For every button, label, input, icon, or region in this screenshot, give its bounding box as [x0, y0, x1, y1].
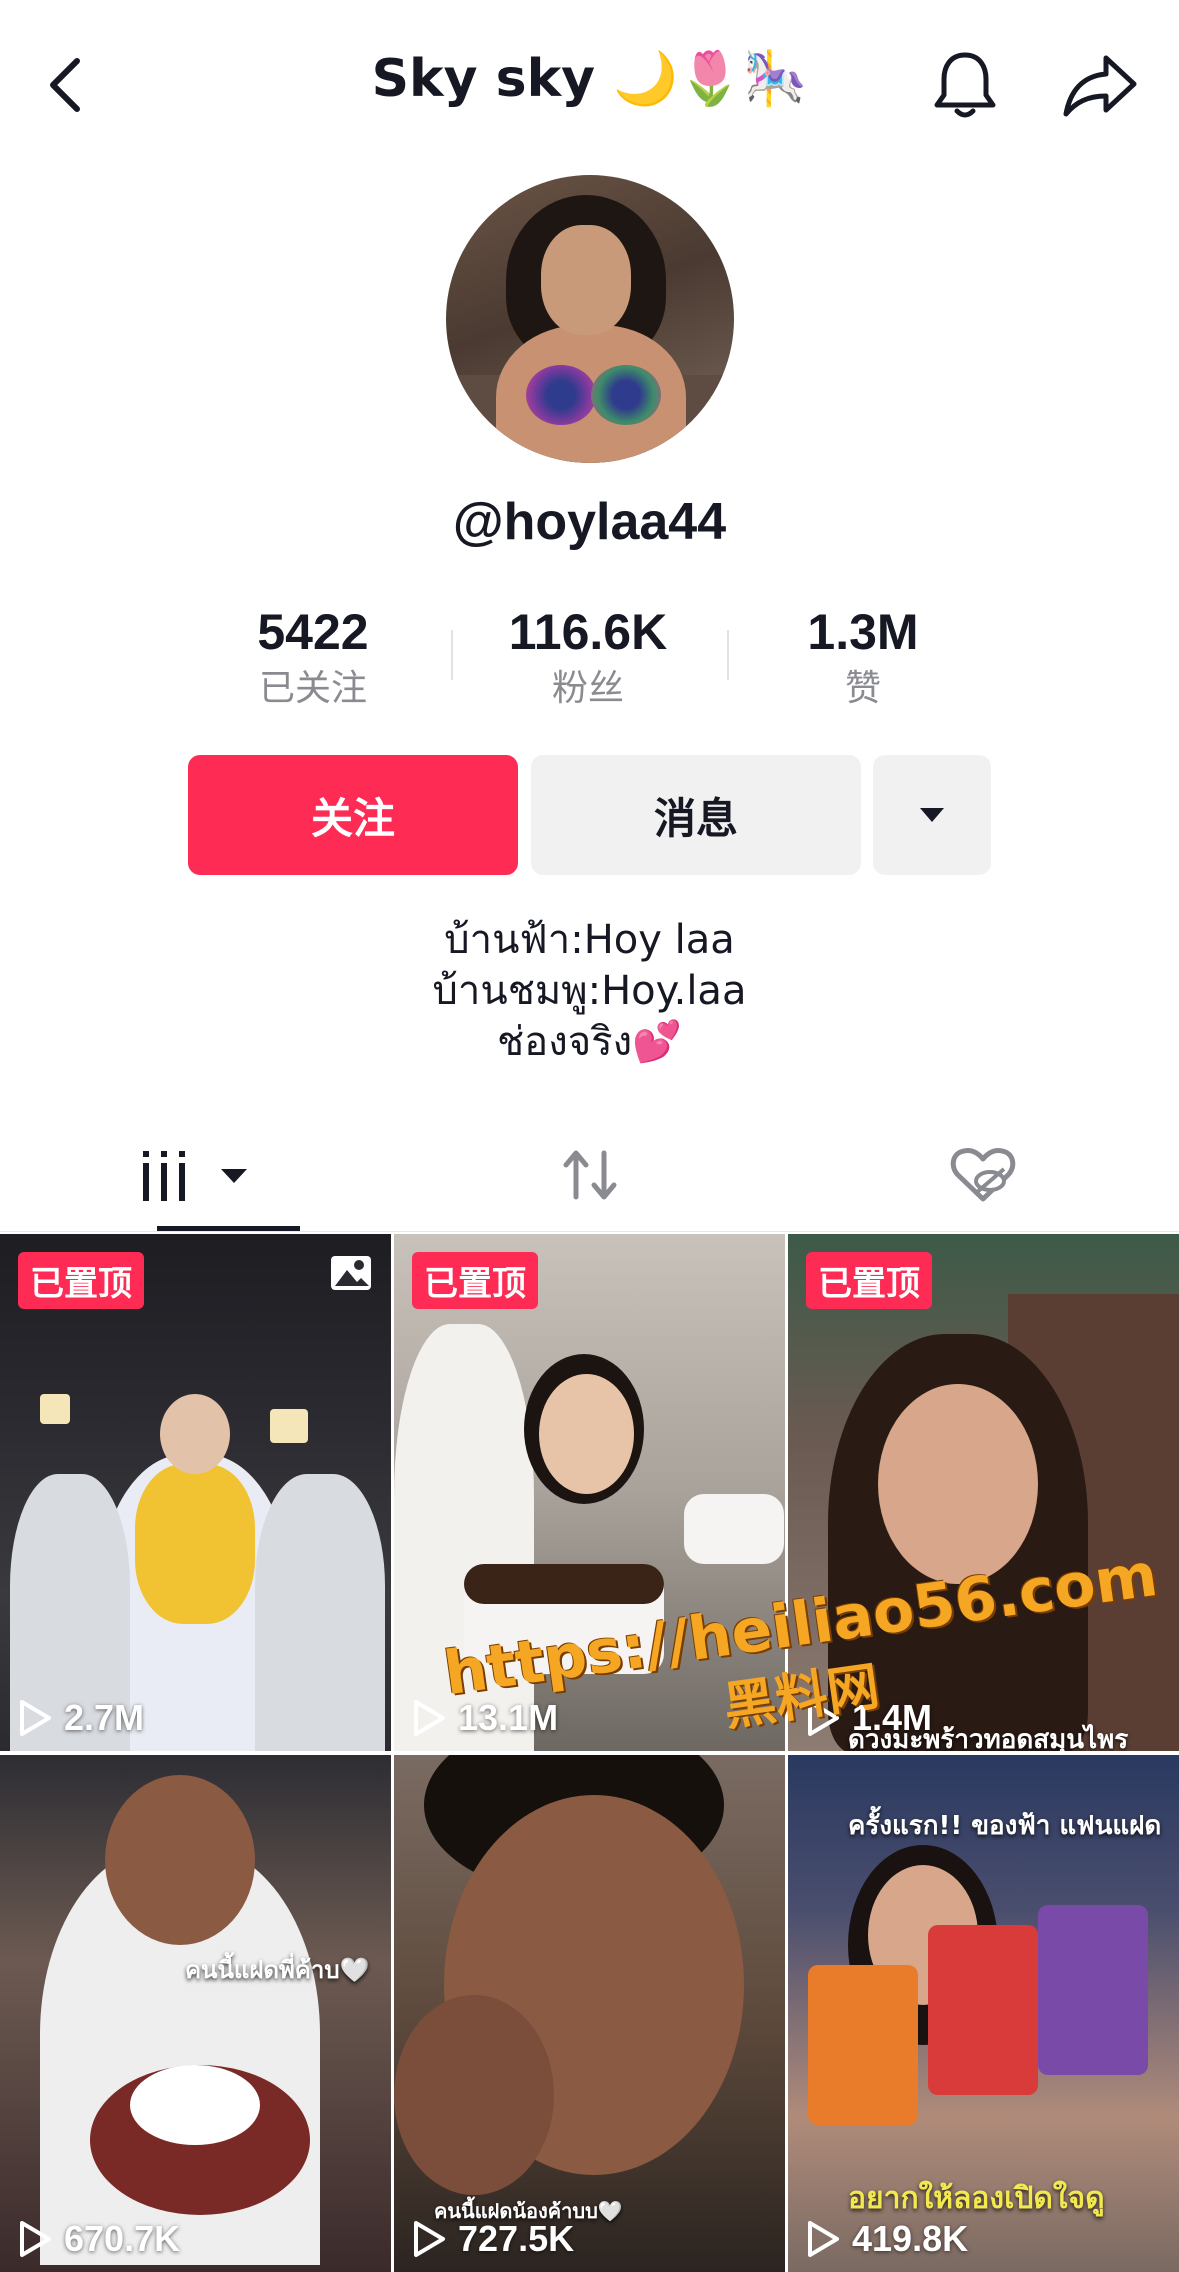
- view-count-value: 670.7K: [64, 2218, 181, 2259]
- window-light: [270, 1409, 308, 1443]
- chevron-left-icon: [50, 58, 80, 112]
- video-thumbnail[interactable]: คนนี้แฝดน้องค้าบบ🤍 727.5K: [394, 1755, 785, 2272]
- stat-following-value: 5422: [257, 604, 369, 660]
- hand: [394, 1995, 554, 2195]
- bio-line: ช่องจริง💕: [497, 1019, 682, 1065]
- repost-icon: [563, 1150, 616, 1200]
- photo-icon: [331, 1256, 371, 1290]
- share-button[interactable]: [1050, 40, 1150, 130]
- pinned-badge: 已置顶: [412, 1252, 538, 1309]
- bio-line: บ้านชมพู:Hoy.laa: [432, 968, 747, 1014]
- birthday-cake: [684, 1494, 784, 1564]
- back-button[interactable]: [30, 45, 100, 125]
- stat-likes[interactable]: 1.3M 赞: [733, 600, 993, 714]
- person-figure: [255, 1474, 385, 1751]
- view-count: 727.5K: [412, 2218, 574, 2260]
- caret-down-icon: [920, 808, 944, 822]
- video-caption: อยากให้ลองเปิดใจดู: [848, 2181, 1105, 2216]
- view-count-value: 727.5K: [458, 2218, 575, 2259]
- bio-line: บ้านฟ้า:Hoy laa: [444, 917, 735, 963]
- view-count-value: 2.7M: [64, 1697, 145, 1738]
- profile-actions: 关注 消息: [0, 755, 1179, 875]
- snack-bag: [928, 1925, 1038, 2095]
- stat-followers-value: 116.6K: [508, 604, 668, 660]
- tab-reposts[interactable]: [393, 1120, 786, 1230]
- avatar[interactable]: [446, 175, 734, 463]
- pinned-badge: 已置顶: [18, 1252, 144, 1309]
- stat-likes-label: 赞: [844, 668, 881, 709]
- face: [878, 1384, 1038, 1584]
- avatar-face: [541, 225, 631, 335]
- username-handle: @hoylaa44: [452, 493, 727, 551]
- stat-likes-value: 1.3M: [807, 604, 919, 660]
- pinned-badge: 已置顶: [806, 1252, 932, 1309]
- view-count: 670.7K: [18, 2218, 180, 2260]
- bell-icon: [934, 52, 996, 118]
- snack-bag: [1038, 1905, 1148, 2075]
- bowl: [130, 2065, 260, 2145]
- stat-followers[interactable]: 116.6K 粉丝: [458, 600, 718, 714]
- face: [160, 1394, 230, 1474]
- video-caption: คนนี้แฝดพี่ค้าบ🤍: [185, 1956, 370, 1984]
- view-count-value: 419.8K: [852, 2218, 969, 2259]
- page-title: Sky sky 🌙🌷🎠: [371, 49, 808, 109]
- video-thumbnail[interactable]: 已置顶 2.7M: [0, 1234, 391, 1751]
- tab-liked[interactable]: [786, 1120, 1179, 1230]
- video-thumbnail[interactable]: ครั้งแรก!! ของฟ้า แฟนแฝด อยากให้ลองเปิดใ…: [788, 1755, 1179, 2272]
- stat-following[interactable]: 5422 已关注: [183, 600, 443, 714]
- play-icon: [414, 1700, 445, 1736]
- view-count: 2.7M: [18, 1697, 144, 1739]
- stat-divider: [451, 630, 453, 680]
- profile-stats: 5422 已关注 116.6K 粉丝 1.3M 赞: [0, 600, 1179, 720]
- stat-following-label: 已关注: [258, 668, 367, 709]
- video-caption: ครั้งแรก!! ของฟ้า แฟนแฝด: [848, 1811, 1162, 1841]
- liked-private-icon: [950, 1148, 1015, 1202]
- video-thumbnail[interactable]: คนนี้แฝดพี่ค้าบ🤍 670.7K: [0, 1755, 391, 2272]
- videos-grid-icon: [142, 1151, 247, 1201]
- follow-button[interactable]: 关注: [188, 755, 518, 875]
- avatar-clothing-right: [591, 365, 661, 425]
- stat-divider: [727, 630, 729, 680]
- cake-chocolate: [464, 1564, 664, 1604]
- avatar-clothing-left: [526, 365, 596, 425]
- stat-followers-label: 粉丝: [551, 668, 624, 709]
- tab-videos[interactable]: [0, 1120, 393, 1230]
- play-icon: [808, 2221, 839, 2257]
- profile-bio: บ้านฟ้า:Hoy laa บ้านชมพู:Hoy.laa ช่องจริ…: [0, 915, 1179, 1068]
- notification-button[interactable]: [920, 40, 1010, 130]
- play-icon: [20, 1700, 51, 1736]
- graduation-stole: [135, 1464, 255, 1624]
- face: [539, 1374, 634, 1494]
- face: [105, 1775, 255, 1945]
- play-icon: [20, 2221, 51, 2257]
- share-arrow-icon: [1063, 55, 1137, 117]
- snack-bag: [808, 1965, 918, 2125]
- play-icon: [414, 2221, 445, 2257]
- message-button[interactable]: 消息: [531, 755, 861, 875]
- view-count: 419.8K: [806, 2218, 968, 2260]
- window-light: [40, 1394, 70, 1424]
- active-tab-indicator: [157, 1226, 300, 1231]
- top-bar: Sky sky 🌙🌷🎠: [0, 0, 1179, 170]
- more-options-button[interactable]: [873, 755, 991, 875]
- content-tabs: [0, 1120, 1179, 1232]
